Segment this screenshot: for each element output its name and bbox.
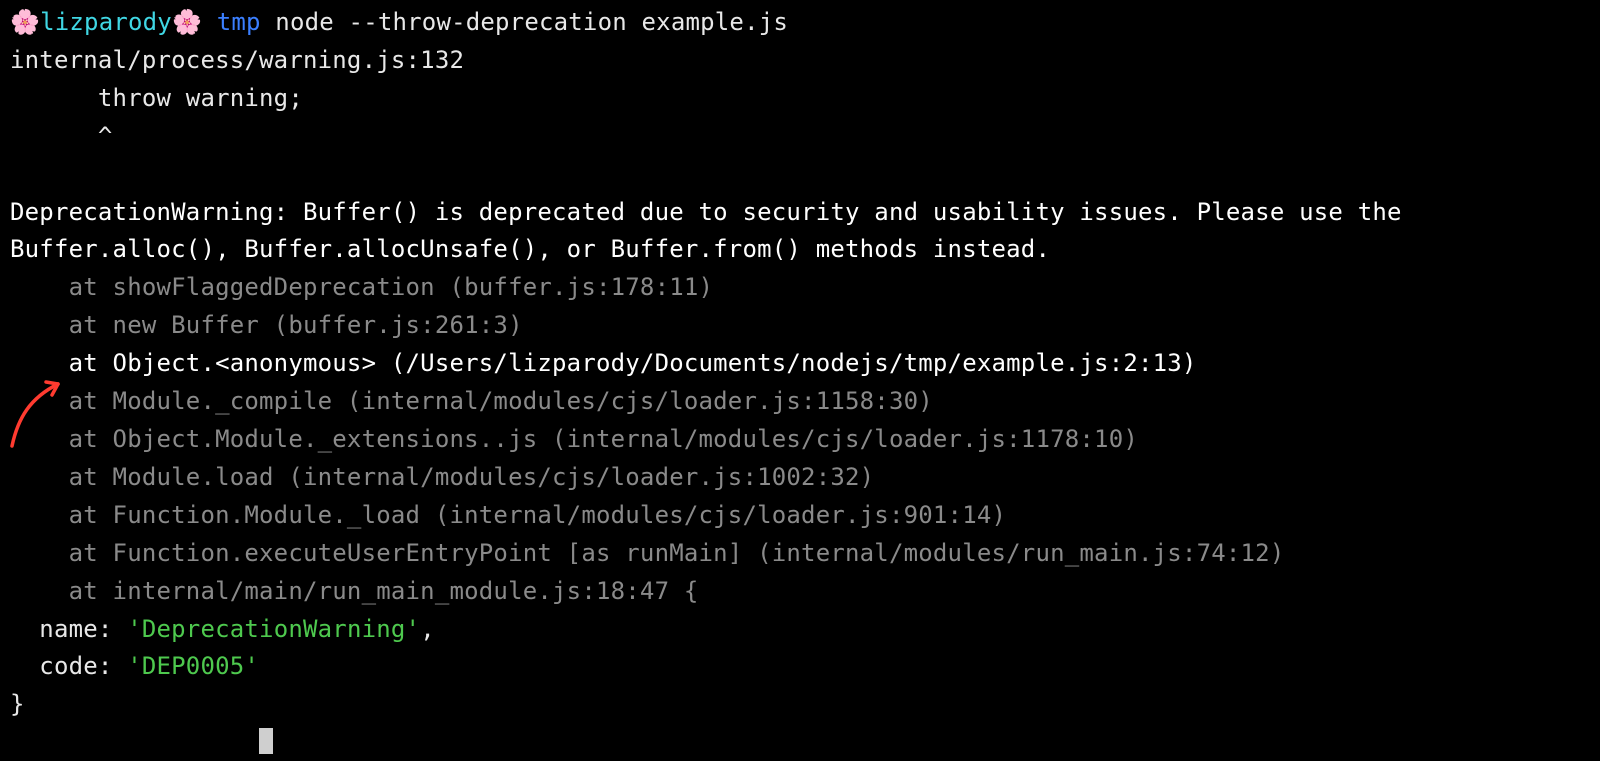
source-location: internal/process/warning.js:132 xyxy=(10,42,1590,80)
throw-caret: ^ xyxy=(10,118,1590,156)
throw-line: throw warning; xyxy=(10,80,1590,118)
flower-icon: 🌸 xyxy=(10,4,40,42)
terminal-window[interactable]: 🌸lizparody🌸 tmp node --throw-deprecation… xyxy=(0,0,1600,761)
prompt-line: 🌸lizparody🌸 tmp node --throw-deprecation… xyxy=(10,4,1590,42)
error-name-line: name: 'DeprecationWarning', xyxy=(10,611,1590,649)
warning-message-1: DeprecationWarning: Buffer() is deprecat… xyxy=(10,194,1590,232)
stack-frame: at Object.<anonymous> (/Users/lizparody/… xyxy=(10,345,1590,383)
stack-frame: at Function.Module._load (internal/modul… xyxy=(10,497,1590,535)
prompt-user: lizparody xyxy=(40,8,172,36)
name-value: 'DeprecationWarning' xyxy=(127,615,420,643)
code-value: 'DEP0005' xyxy=(127,652,259,680)
warning-message-2: Buffer.alloc(), Buffer.allocUnsafe(), or… xyxy=(10,231,1590,269)
prompt-command: node --throw-deprecation example.js xyxy=(275,8,788,36)
stack-frame-tail: at internal/main/run_main_module.js:18:4… xyxy=(10,573,1590,611)
blank-line xyxy=(10,156,1590,194)
name-key: name: xyxy=(10,615,127,643)
stack-trace: at showFlaggedDeprecation (buffer.js:178… xyxy=(10,269,1590,572)
code-key: code: xyxy=(10,652,127,680)
prompt-cwd: tmp xyxy=(217,8,261,36)
stack-frame: at new Buffer (buffer.js:261:3) xyxy=(10,307,1590,345)
stack-frame: at Object.Module._extensions..js (intern… xyxy=(10,421,1590,459)
next-prompt xyxy=(10,724,1590,761)
stack-frame: at Module._compile (internal/modules/cjs… xyxy=(10,383,1590,421)
stack-frame: at showFlaggedDeprecation (buffer.js:178… xyxy=(10,269,1590,307)
stack-frame: at Function.executeUserEntryPoint [as ru… xyxy=(10,535,1590,573)
close-brace: } xyxy=(10,686,1590,724)
stack-frame: at Module.load (internal/modules/cjs/loa… xyxy=(10,459,1590,497)
comma: , xyxy=(420,615,435,643)
error-code-line: code: 'DEP0005' xyxy=(10,648,1590,686)
cursor-block-icon xyxy=(259,728,273,754)
flower-icon: 🌸 xyxy=(172,4,202,42)
